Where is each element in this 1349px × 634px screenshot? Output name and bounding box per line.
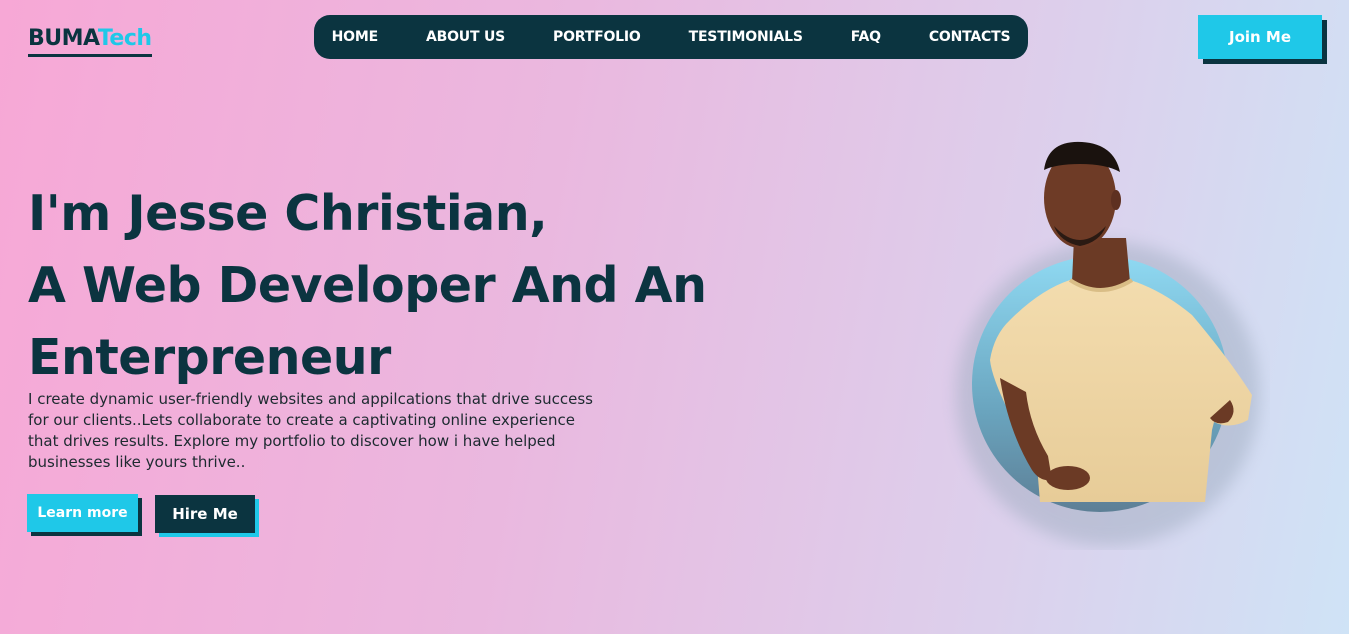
nav-item-testimonials[interactable]: TESTIMONIALS: [689, 29, 803, 45]
hero-title-line-2: A Web Developer And An: [28, 257, 707, 314]
nav-item-faq[interactable]: FAQ: [851, 29, 881, 45]
nav-item-portfolio[interactable]: PORTFOLIO: [553, 29, 641, 45]
learn-more-button[interactable]: Learn more: [27, 494, 138, 532]
hire-me-button[interactable]: Hire Me: [155, 495, 255, 533]
hero-title-line-1: I'm Jesse Christian,: [28, 185, 548, 242]
nav-item-contacts[interactable]: CONTACTS: [929, 29, 1011, 45]
hero-title: I'm Jesse Christian, A Web Developer And…: [28, 178, 748, 394]
join-me-button[interactable]: Join Me: [1198, 15, 1322, 59]
nav-item-home[interactable]: HOME: [332, 29, 379, 45]
profile-portrait: [956, 141, 1260, 546]
brand-logo-part2: Tech: [97, 26, 152, 51]
main-nav: HOME ABOUT US PORTFOLIO TESTIMONIALS FAQ…: [314, 15, 1028, 59]
hero-description: I create dynamic user-friendly websites …: [28, 390, 593, 471]
nav-item-about-us[interactable]: ABOUT US: [426, 29, 505, 45]
hero-title-line-3: Enterpreneur: [28, 329, 391, 386]
brand-logo-part1: BUMA: [28, 26, 98, 51]
brand-logo[interactable]: BUMATech: [28, 26, 152, 57]
